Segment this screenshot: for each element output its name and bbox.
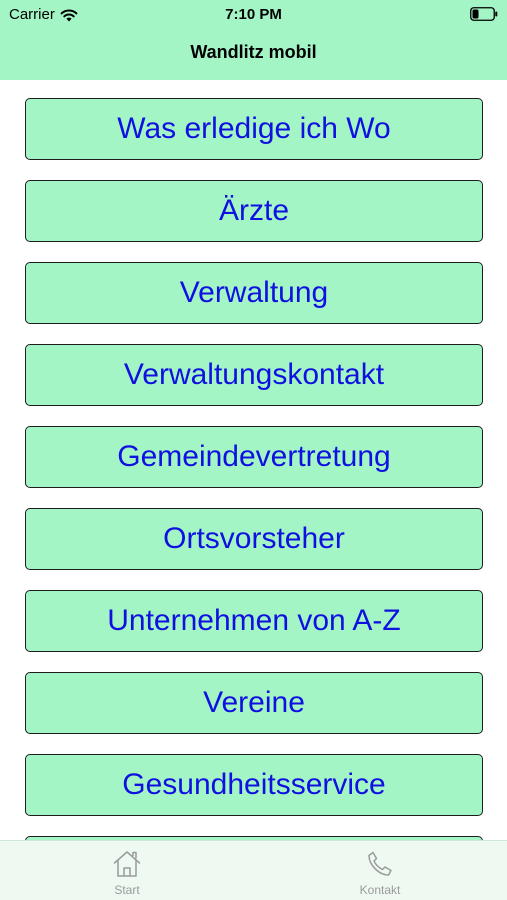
page-title: Wandlitz mobil <box>190 42 317 62</box>
menu-item-gemeindevertretung[interactable]: Gemeindevertretung <box>25 426 483 488</box>
menu-item-verwaltung[interactable]: Verwaltung <box>25 262 483 324</box>
app-screen: Carrier 7:10 PM Wandlitz mobil Was erled… <box>0 0 507 900</box>
tab-bar: Start Kontakt <box>0 840 507 900</box>
tab-kontakt[interactable]: Kontakt <box>300 841 460 900</box>
menu-item-ortsvorsteher[interactable]: Ortsvorsteher <box>25 508 483 570</box>
header: Carrier 7:10 PM Wandlitz mobil <box>0 0 507 80</box>
phone-icon <box>368 851 392 876</box>
menu-item-unternehmen-von-a-z[interactable]: Unternehmen von A-Z <box>25 590 483 652</box>
menu-list[interactable]: Was erledige ich Wo Ärzte Verwaltung Ver… <box>0 80 507 840</box>
menu-item-vereine[interactable]: Vereine <box>25 672 483 734</box>
menu-item-aerzte[interactable]: Ärzte <box>25 180 483 242</box>
tab-kontakt-label: Kontakt <box>359 883 401 897</box>
battery-icon <box>470 7 498 21</box>
tab-start[interactable]: Start <box>47 841 207 900</box>
menu-item-verwaltungskontakt[interactable]: Verwaltungskontakt <box>25 344 483 406</box>
status-bar: Carrier 7:10 PM <box>0 0 507 28</box>
tab-start-label: Start <box>114 883 140 897</box>
home-icon <box>113 851 141 877</box>
menu-item-gesundheitsservice[interactable]: Gesundheitsservice <box>25 754 483 816</box>
menu-item-was-erledige-ich-wo[interactable]: Was erledige ich Wo <box>25 98 483 160</box>
status-time: 7:10 PM <box>225 6 282 23</box>
